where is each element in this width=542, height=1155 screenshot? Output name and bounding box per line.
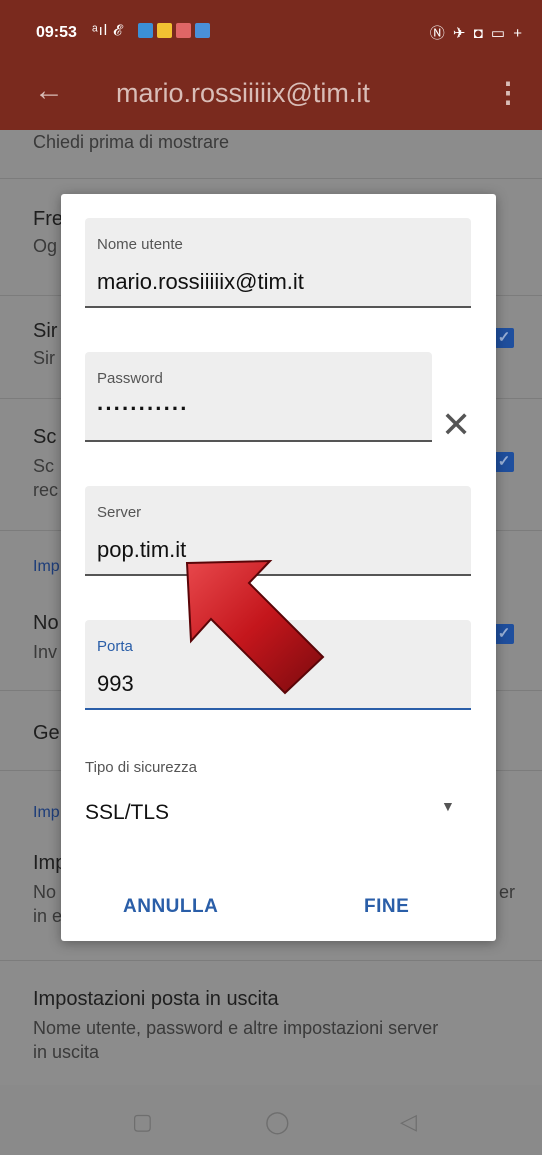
divider	[0, 960, 542, 961]
server-value: pop.tim.it	[97, 537, 187, 562]
notification-icon	[157, 23, 172, 38]
checkbox[interactable]: ✓	[494, 624, 514, 644]
username-value: mario.rossiiiiix@tim.it	[97, 269, 304, 294]
username-label: Nome utente	[97, 236, 183, 253]
outgoing-settings-subtitle: Nome utente, password e altre impostazio…	[33, 1018, 439, 1038]
security-type-select[interactable]: SSL/TLS	[85, 801, 169, 825]
annotation-arrow-icon	[185, 559, 325, 695]
cancel-button[interactable]: ANNULLA	[123, 896, 218, 918]
list-item-subtitle: No	[33, 882, 57, 902]
list-item-subtitle: Inv	[33, 642, 58, 662]
navigation-bar: ▢ ◯ ◁	[0, 1085, 542, 1155]
list-item-trail: er	[499, 882, 516, 902]
close-icon[interactable]: ✕	[441, 407, 471, 443]
password-label: Password	[97, 370, 163, 387]
list-item-subtitle: Sc	[33, 456, 55, 476]
checkbox[interactable]: ✓	[494, 452, 514, 472]
list-item-subtitle: Sir	[33, 348, 55, 368]
section-header: Imp	[33, 804, 60, 821]
security-type-label: Tipo di sicurezza	[85, 759, 197, 776]
arrow-left-icon[interactable]: ←	[34, 74, 64, 108]
list-item-subtitle: rec	[33, 480, 59, 500]
more-vert-icon[interactable]: ⋮	[494, 76, 522, 109]
port-label: Porta	[97, 638, 133, 655]
checkbox[interactable]: ✓	[494, 328, 514, 348]
notification-icon	[176, 23, 191, 38]
account-title: mario.rossiiiiix@tim.it	[116, 78, 370, 108]
list-item-title: Fre	[33, 208, 63, 230]
notification-icon	[138, 23, 153, 38]
back-nav-icon[interactable]: ◁	[400, 1109, 417, 1135]
password-field[interactable]: Password ···········	[85, 352, 432, 442]
outgoing-settings-subtitle: in uscita	[33, 1042, 100, 1062]
username-field[interactable]: Nome utente mario.rossiiiiix@tim.it	[85, 218, 471, 308]
recent-apps-icon[interactable]: ▢	[132, 1109, 153, 1135]
list-item-subtitle: Og	[33, 236, 58, 256]
status-time: 09:53	[36, 24, 77, 41]
list-item-subtitle: in e	[33, 906, 63, 926]
list-item-title: Sc	[33, 426, 57, 448]
divider	[0, 178, 542, 179]
list-item-text: Chiedi prima di mostrare	[33, 132, 230, 152]
section-header: Imp	[33, 558, 60, 575]
port-value: 993	[97, 671, 134, 696]
status-bar: 09:53 ᵃıl 𝓔 Ⓝ ✈ ◘ ▭ +	[0, 0, 542, 62]
app-bar: ← mario.rossiiiiix@tim.it ⋮	[0, 62, 542, 130]
server-label: Server	[97, 504, 142, 521]
list-item-title: Sir	[33, 320, 58, 342]
password-value: ···········	[97, 396, 189, 421]
done-button[interactable]: FINE	[364, 896, 409, 918]
home-icon[interactable]: ◯	[265, 1109, 290, 1135]
signal-icon: ᵃıl 𝓔	[92, 22, 123, 39]
list-item-title: No	[33, 612, 59, 634]
dropdown-arrow-icon[interactable]: ▼	[441, 798, 455, 814]
list-item-title: Ge	[33, 722, 60, 744]
outgoing-settings-title[interactable]: Impostazioni posta in uscita	[33, 988, 279, 1011]
notification-icon	[195, 23, 210, 38]
system-status-icons: Ⓝ ✈ ◘ ▭ +	[429, 25, 524, 42]
